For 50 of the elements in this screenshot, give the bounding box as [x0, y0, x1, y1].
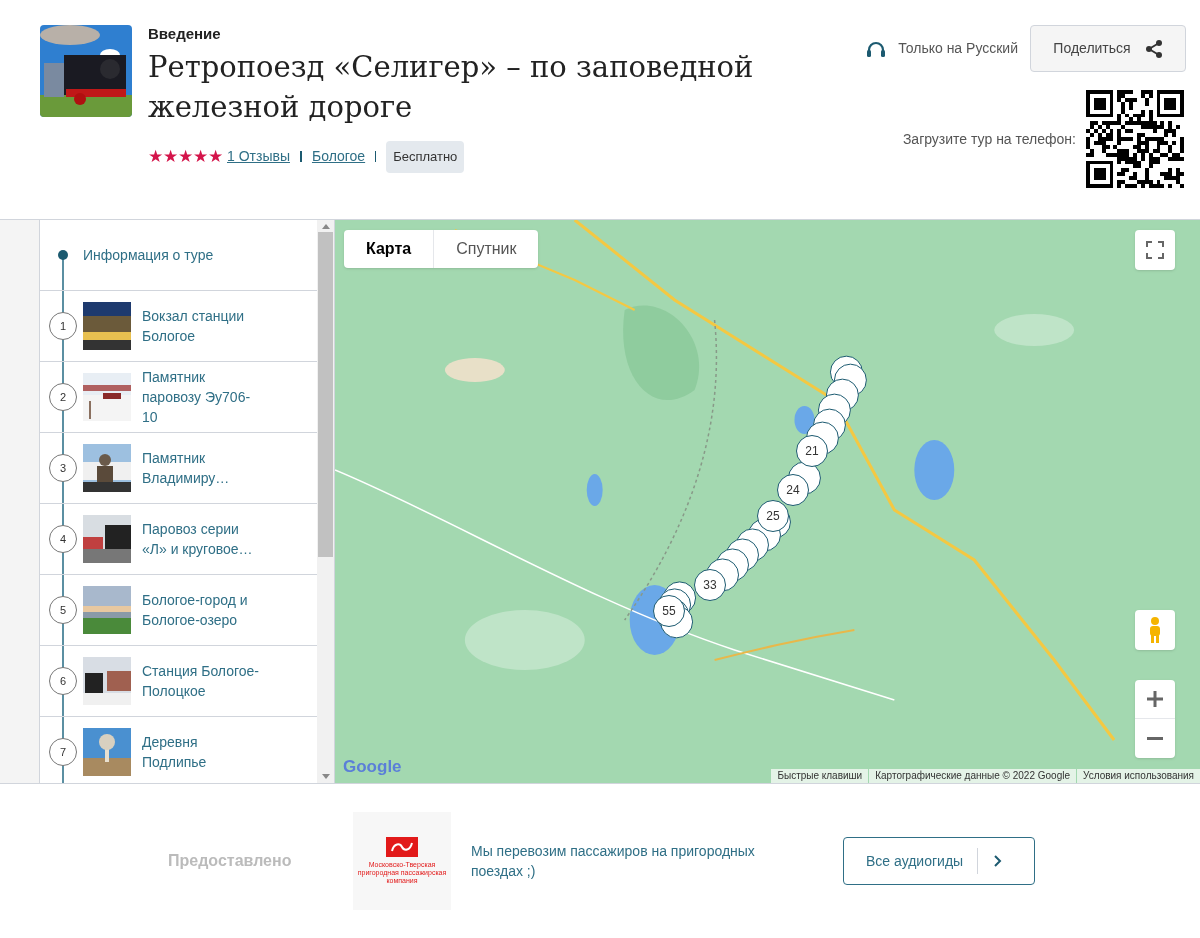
step-number: 6 — [49, 667, 77, 695]
tour-title: Ретропоезд «Селигер» – по заповедной железной дороге — [148, 49, 755, 126]
train-company-logo-icon — [386, 837, 418, 857]
map-type-tab[interactable]: Спутник — [433, 230, 539, 268]
download-label: Загрузите тур на телефон: — [902, 129, 1076, 149]
map-type-tab[interactable]: Карта — [344, 230, 434, 268]
street-view-button[interactable] — [1135, 610, 1175, 650]
provided-label: Предоставлено — [168, 851, 293, 871]
step-number: 7 — [49, 738, 77, 766]
sidebar-item[interactable]: Паровоз серии «Л» и круговое… — [142, 519, 260, 559]
map-link[interactable]: Быстрые клавиши — [771, 769, 869, 783]
star-icon: ★ — [193, 148, 208, 166]
all-guides-button[interactable]: Все аудиогиды — [843, 837, 1035, 885]
plus-icon — [1146, 690, 1164, 708]
share-button[interactable]: Поделиться — [1030, 25, 1186, 72]
partner-description: Мы перевозим пассажиров на пригородных поездах ;) — [471, 842, 756, 881]
step-number: 1 — [49, 312, 77, 340]
city-link[interactable]: Бологое — [311, 146, 366, 168]
scroll-down-icon[interactable] — [321, 774, 330, 779]
scrollbar[interactable] — [317, 220, 334, 783]
headphones-icon — [866, 39, 887, 58]
star-icon: ★ — [178, 148, 193, 166]
star-icon: ★ — [148, 148, 163, 166]
sidebar-item[interactable]: Вокзал станции Бологое — [142, 306, 260, 346]
fullscreen-icon — [1146, 241, 1164, 259]
section-label: Введение — [148, 25, 222, 43]
google-logo: Google — [343, 755, 402, 778]
share-icon — [1144, 39, 1163, 58]
map-attribution: Картографические данные © 2022 Google — [869, 769, 1076, 783]
star-icon: ★ — [208, 148, 223, 166]
sidebar-item[interactable]: Станция Бологое-Полоцкое — [142, 661, 260, 701]
sidebar-item[interactable]: Бологое-город и Бологое-озеро — [142, 590, 260, 630]
step-number: 4 — [49, 525, 77, 553]
star-icon: ★ — [163, 148, 178, 166]
price-tag: Бесплатно — [386, 141, 465, 173]
scroll-up-icon[interactable] — [321, 224, 330, 229]
sidebar-item[interactable]: Памятник Владимиру… — [142, 448, 260, 488]
map-link[interactable]: Условия использования — [1077, 769, 1200, 783]
person-icon — [1147, 616, 1163, 644]
step-number: 3 — [49, 454, 77, 482]
reviews-link[interactable]: 1 Отзывы — [227, 146, 290, 168]
minus-icon — [1146, 737, 1164, 740]
sidebar-item[interactable]: Информация о туре — [83, 244, 214, 266]
sidebar-item[interactable]: Деревня Подлипье — [142, 732, 260, 772]
step-number: 5 — [49, 596, 77, 624]
chevron-right-icon — [994, 855, 1003, 867]
fullscreen-button[interactable] — [1135, 230, 1175, 270]
step-number: 2 — [49, 383, 77, 411]
sidebar-item[interactable]: Памятник паровозу Эу706-10 — [142, 367, 260, 427]
language-label: Только на Русский — [898, 39, 1018, 58]
